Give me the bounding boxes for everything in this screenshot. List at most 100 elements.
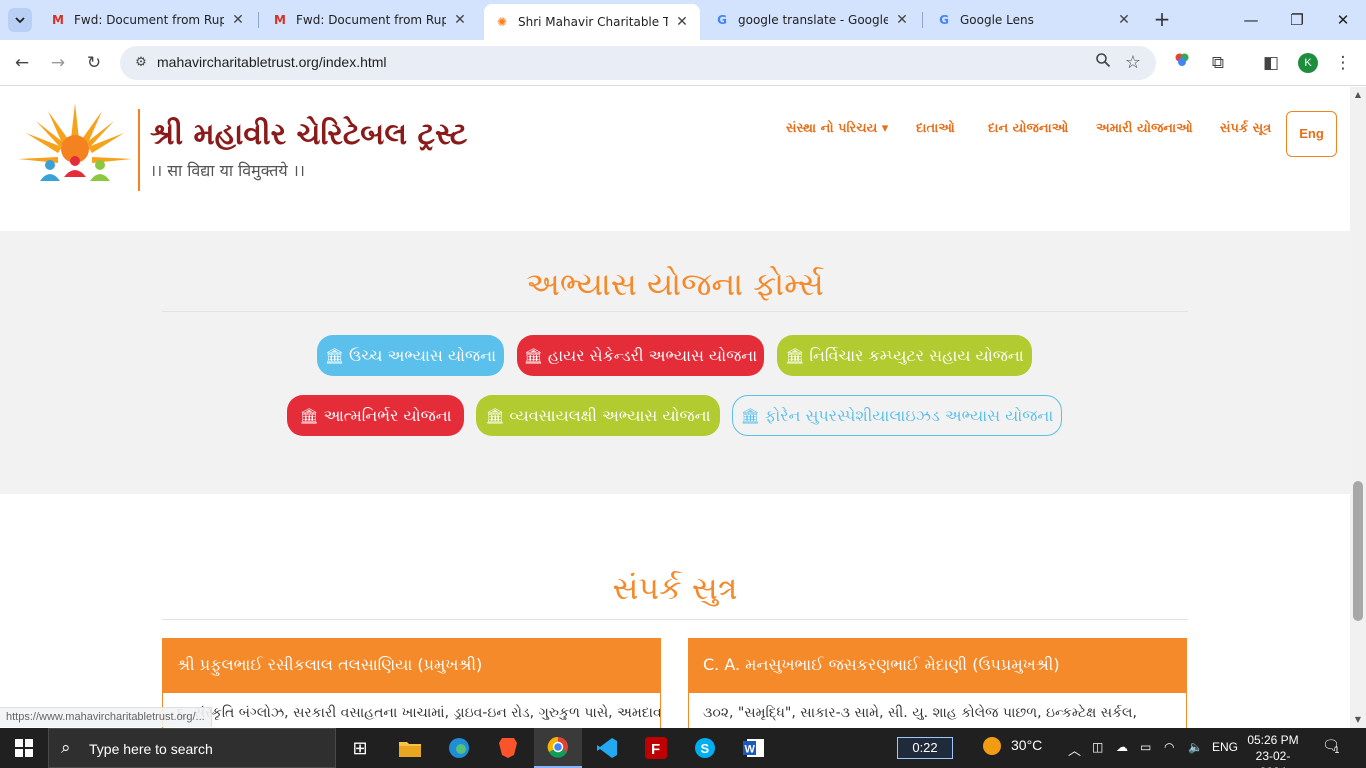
- bank-icon: 🏛: [485, 406, 505, 425]
- nav-donation-schemes[interactable]: દાન યોજનાઓ: [988, 121, 1068, 136]
- brave-icon: [499, 738, 517, 758]
- bank-icon: 🏛: [785, 346, 805, 365]
- form-button-vocational[interactable]: 🏛 વ્યવસાયલક્ષી અભ્યાસ યોજના: [476, 395, 720, 436]
- tab-google-translate[interactable]: G google translate - Google Se ✕: [704, 5, 920, 35]
- close-tab-icon[interactable]: ✕: [1116, 12, 1132, 28]
- language-indicator[interactable]: ENG: [1212, 740, 1238, 754]
- tab-mahavir-trust[interactable]: ✺ Shri Mahavir Charitable Trust ✕: [484, 4, 700, 40]
- form-button-foreign-specialized[interactable]: 🏛 ફોરેન સુપરસ્પેશીયાલાઇઝડ અભ્યાસ યોજના: [732, 395, 1062, 436]
- search-placeholder: Type here to search: [89, 741, 213, 757]
- close-window-button[interactable]: ✕: [1328, 6, 1358, 34]
- close-tab-icon[interactable]: ✕: [230, 12, 246, 28]
- close-tab-icon[interactable]: ✕: [894, 12, 910, 28]
- back-button[interactable]: ←: [9, 50, 35, 76]
- bookmark-star-icon[interactable]: ☆: [1120, 50, 1146, 76]
- color-wheel-icon: [1175, 53, 1189, 66]
- show-hidden-icons-chevron-icon[interactable]: ︿: [1068, 740, 1081, 759]
- contact-card-address: ૩૦૨, "સમૃદ્ધિ", સાકાર-૩ સામે, સી. યુ. શા…: [703, 705, 1137, 721]
- contact-card-vice-president: C. A. મનસુખભાઈ જસકરણભાઈ મેદાણી (ઉપપ્રમુખ…: [688, 638, 1187, 728]
- google-icon: G: [939, 13, 949, 27]
- scroll-down-icon[interactable]: ▼: [1350, 712, 1366, 728]
- volume-icon[interactable]: 🔈: [1188, 740, 1203, 754]
- bank-icon: 🏛: [299, 406, 319, 425]
- contact-title: સંપર્ક સુત્ર: [612, 569, 738, 607]
- tab-gmail-2[interactable]: M Fwd: Document from Rupal ✕: [262, 5, 478, 35]
- windows-taskbar: ⌕ Type here to search ⊞ F S W 0:22 30°C …: [0, 728, 1366, 768]
- clock[interactable]: 05:26 PM 23-02-2024: [1243, 732, 1303, 768]
- task-view-icon: ⊞: [352, 737, 368, 759]
- address-bar[interactable]: ⚙ mahavircharitabletrust.org/index.html …: [120, 46, 1156, 80]
- language-toggle-button[interactable]: Eng: [1286, 111, 1337, 157]
- forms-title: અભ્યાસ યોજના ફોર્મ્સ: [526, 265, 824, 303]
- form-button-computer-aid[interactable]: 🏛 નિર્વિચાર કમ્પ્યુટર સહાય યોજના: [777, 335, 1032, 376]
- gmail-icon: M: [274, 13, 286, 27]
- color-extension-icon[interactable]: [1169, 50, 1195, 76]
- reload-button[interactable]: ↻: [81, 50, 107, 76]
- site-logo[interactable]: શ્રી મહાવીર ચેરિટેબલ ટ્રસ્ટ ।। सा विद्या…: [16, 97, 467, 197]
- tab-google-lens[interactable]: G Google Lens ✕: [926, 5, 1142, 35]
- tab-gmail-1[interactable]: M Fwd: Document from Rupal ✕: [40, 5, 256, 35]
- puzzle-icon: ⧉: [1211, 53, 1225, 73]
- cloud-icon[interactable]: ☁: [1116, 740, 1128, 754]
- restore-button[interactable]: ❐: [1282, 6, 1312, 34]
- divider: [162, 311, 1188, 312]
- forward-button[interactable]: →: [45, 50, 71, 76]
- chrome-menu-button[interactable]: ⋮: [1330, 50, 1356, 76]
- tab-search-button[interactable]: [8, 8, 32, 32]
- link-status-bubble: https://www.mahavircharitabletrust.org/.…: [0, 707, 212, 727]
- chevron-down-icon: [15, 17, 25, 24]
- nav-donors[interactable]: દાતાઓ: [916, 121, 955, 136]
- form-button-higher-secondary[interactable]: 🏛 હાયર સેકેન્ડરી અભ્યાસ યોજના: [517, 335, 764, 376]
- weather-widget[interactable]: 30°C: [983, 737, 1042, 756]
- file-explorer-app[interactable]: [386, 728, 434, 768]
- minimize-button[interactable]: —: [1236, 6, 1266, 34]
- form-button-self-reliant[interactable]: 🏛 આત્મનિર્ભર યોજના: [287, 395, 464, 436]
- brave-app[interactable]: [484, 728, 532, 768]
- notifications-button[interactable]: 🗨 1: [1322, 738, 1344, 758]
- new-tab-button[interactable]: +: [1150, 8, 1174, 32]
- close-tab-icon[interactable]: ✕: [452, 12, 468, 28]
- task-view-button[interactable]: ⊞: [336, 728, 384, 768]
- vscode-app[interactable]: [583, 728, 631, 768]
- battery-icon[interactable]: ▭: [1140, 740, 1151, 754]
- sun-icon: [983, 737, 1001, 756]
- nav-our-schemes[interactable]: અમારી યોજનાઓ: [1096, 121, 1193, 136]
- side-panel-icon: ◧: [1262, 53, 1280, 73]
- start-button[interactable]: [0, 728, 48, 768]
- logo-divider: [138, 109, 140, 191]
- contact-card-address: ૬, સંસ્કૃતિ બંગ્લોઝ, સરકારી વસાહતના ખાચા…: [177, 705, 660, 721]
- taskbar-search[interactable]: ⌕ Type here to search: [48, 728, 336, 768]
- form-button-higher-study[interactable]: 🏛 ઉચ્ચ અભ્યાસ યોજના: [317, 335, 504, 376]
- skype-app[interactable]: S: [681, 728, 729, 768]
- close-tab-icon[interactable]: ✕: [674, 14, 690, 30]
- extensions-button[interactable]: ⧉: [1205, 50, 1231, 76]
- page-viewport: શ્રી મહાવીર ચેરિટેબલ ટ્રસ્ટ ।। सा विद्या…: [0, 87, 1350, 728]
- gmail-icon: M: [52, 13, 64, 27]
- filezilla-app[interactable]: F: [632, 728, 680, 768]
- edge-app[interactable]: [435, 728, 483, 768]
- windows-logo-icon: [15, 739, 33, 757]
- nav-contact[interactable]: સંપર્ક સૂત્ર: [1220, 121, 1271, 136]
- timer-widget[interactable]: 0:22: [897, 737, 953, 759]
- scrollbar-thumb[interactable]: [1353, 481, 1363, 621]
- zoom-icon[interactable]: [1090, 50, 1116, 76]
- meet-icon[interactable]: ◫: [1092, 740, 1103, 754]
- svg-text:S: S: [701, 741, 710, 756]
- nav-about[interactable]: સંસ્થા નો પરિચય ▾: [786, 121, 888, 136]
- side-panel-button[interactable]: ◧: [1258, 50, 1284, 76]
- wifi-icon[interactable]: ◠: [1164, 740, 1174, 754]
- folder-icon: [399, 742, 421, 757]
- profile-avatar[interactable]: K: [1298, 53, 1318, 73]
- scroll-up-icon[interactable]: ▲: [1350, 87, 1366, 103]
- kebab-menu-icon: ⋮: [1334, 53, 1352, 73]
- chrome-app[interactable]: [534, 728, 582, 768]
- page-scrollbar[interactable]: ▲ ▼: [1350, 87, 1366, 728]
- tab-strip: M Fwd: Document from Rupal ✕ M Fwd: Docu…: [0, 0, 1366, 40]
- clock-date: 23-02-2024: [1255, 749, 1291, 768]
- google-icon: G: [717, 13, 727, 27]
- url-text[interactable]: mahavircharitabletrust.org/index.html: [157, 54, 387, 70]
- word-app[interactable]: W: [730, 728, 778, 768]
- site-info-icon[interactable]: ⚙: [132, 54, 150, 72]
- chrome-icon: [547, 736, 568, 758]
- reload-icon: ↻: [86, 53, 102, 73]
